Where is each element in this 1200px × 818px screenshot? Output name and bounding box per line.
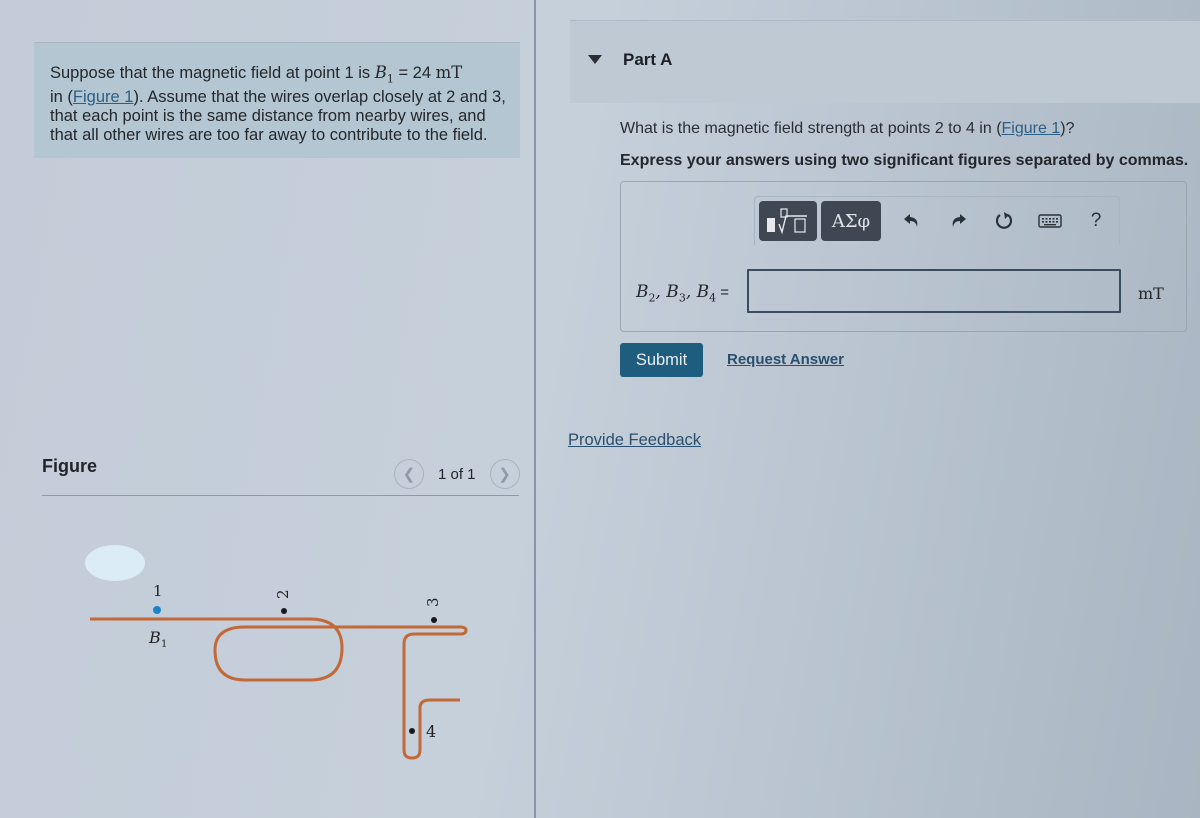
b1-subscript: 1 bbox=[386, 72, 394, 86]
point-3-marker bbox=[431, 617, 437, 623]
figure-divider bbox=[42, 495, 519, 496]
wire-figure: 1 B 1 2 3 4 bbox=[85, 545, 468, 760]
keyboard-icon bbox=[1038, 214, 1062, 228]
question-text: What is the magnetic field strength at p… bbox=[620, 120, 1074, 138]
problem-statement: Suppose that the magnetic field at point… bbox=[50, 63, 512, 145]
provide-feedback-link[interactable]: Provide Feedback bbox=[568, 431, 701, 450]
reset-button[interactable] bbox=[981, 201, 1027, 241]
problem-text-intro: Suppose that the magnetic field at point… bbox=[50, 64, 375, 82]
right-pane: Part A What is the magnetic field streng… bbox=[536, 0, 1200, 818]
b3-subscript: 3 bbox=[678, 291, 686, 305]
figure-1-link[interactable]: Figure 1 bbox=[73, 88, 134, 106]
point-3-label: 3 bbox=[424, 597, 442, 607]
equals-sign: = bbox=[716, 284, 730, 301]
b1-label-subscript: 1 bbox=[161, 639, 167, 650]
figure-heading: Figure bbox=[42, 456, 98, 476]
help-button[interactable]: ? bbox=[1073, 201, 1119, 241]
left-pane: Suppose that the magnetic field at point… bbox=[0, 0, 534, 818]
templates-button[interactable] bbox=[759, 201, 817, 241]
b1-unit: mT bbox=[435, 63, 463, 82]
submit-button[interactable]: Submit bbox=[620, 343, 703, 377]
answer-unit: mT bbox=[1138, 284, 1164, 303]
point-2-marker bbox=[281, 608, 287, 614]
point-4-marker bbox=[409, 728, 415, 734]
redo-icon bbox=[952, 214, 966, 227]
question-figure-1-link[interactable]: Figure 1 bbox=[1002, 120, 1061, 137]
point-2-label: 2 bbox=[274, 589, 292, 599]
greek-symbols-button[interactable]: ΑΣφ bbox=[821, 201, 881, 241]
math-toolbar: ΑΣφ ? bbox=[754, 196, 1120, 245]
problem-statement-box: Suppose that the magnetic field at point… bbox=[34, 42, 520, 158]
next-figure-button[interactable]: ❯ bbox=[489, 459, 520, 489]
undo-icon bbox=[904, 214, 918, 227]
chevron-right-icon: ❯ bbox=[498, 466, 511, 483]
b1-label: B bbox=[148, 628, 161, 647]
chevron-left-icon: ❮ bbox=[402, 466, 416, 483]
point-1-marker bbox=[153, 606, 161, 614]
b1-symbol: B bbox=[374, 63, 387, 82]
caret-down-icon[interactable] bbox=[588, 55, 602, 64]
answer-input[interactable] bbox=[747, 269, 1121, 313]
figure-pager: ❮ 1 of 1 ❯ bbox=[394, 459, 520, 489]
question-suffix: )? bbox=[1060, 120, 1075, 137]
part-a-title[interactable]: Part A bbox=[623, 50, 672, 70]
point-1-label: 1 bbox=[153, 582, 163, 600]
figure-counter: 1 of 1 bbox=[438, 465, 476, 483]
wire-path bbox=[90, 617, 468, 760]
b4-symbol: , B bbox=[685, 282, 710, 302]
wire bbox=[90, 617, 468, 760]
keyboard-button[interactable] bbox=[1027, 201, 1073, 241]
problem-text: in ( bbox=[50, 88, 73, 107]
redo-button[interactable] bbox=[935, 201, 981, 241]
previous-figure-button[interactable]: ❮ bbox=[394, 459, 424, 489]
answer-label: B2, B3, B4 = bbox=[636, 282, 729, 304]
b2-subscript: 2 bbox=[648, 291, 656, 305]
question-prefix: What is the magnetic field strength at p… bbox=[620, 120, 1002, 137]
b1-value: = 24 bbox=[393, 64, 436, 82]
b2-symbol: B bbox=[636, 282, 649, 302]
reset-icon bbox=[995, 212, 1013, 229]
undo-button[interactable] bbox=[889, 201, 935, 241]
answer-instruction: Express your answers using two significa… bbox=[620, 152, 1189, 169]
screen-glare bbox=[85, 545, 145, 581]
templates-icon bbox=[767, 208, 807, 235]
b3-symbol: , B bbox=[655, 282, 679, 302]
point-4-label: 4 bbox=[426, 722, 436, 741]
request-answer-link[interactable]: Request Answer bbox=[727, 351, 844, 368]
